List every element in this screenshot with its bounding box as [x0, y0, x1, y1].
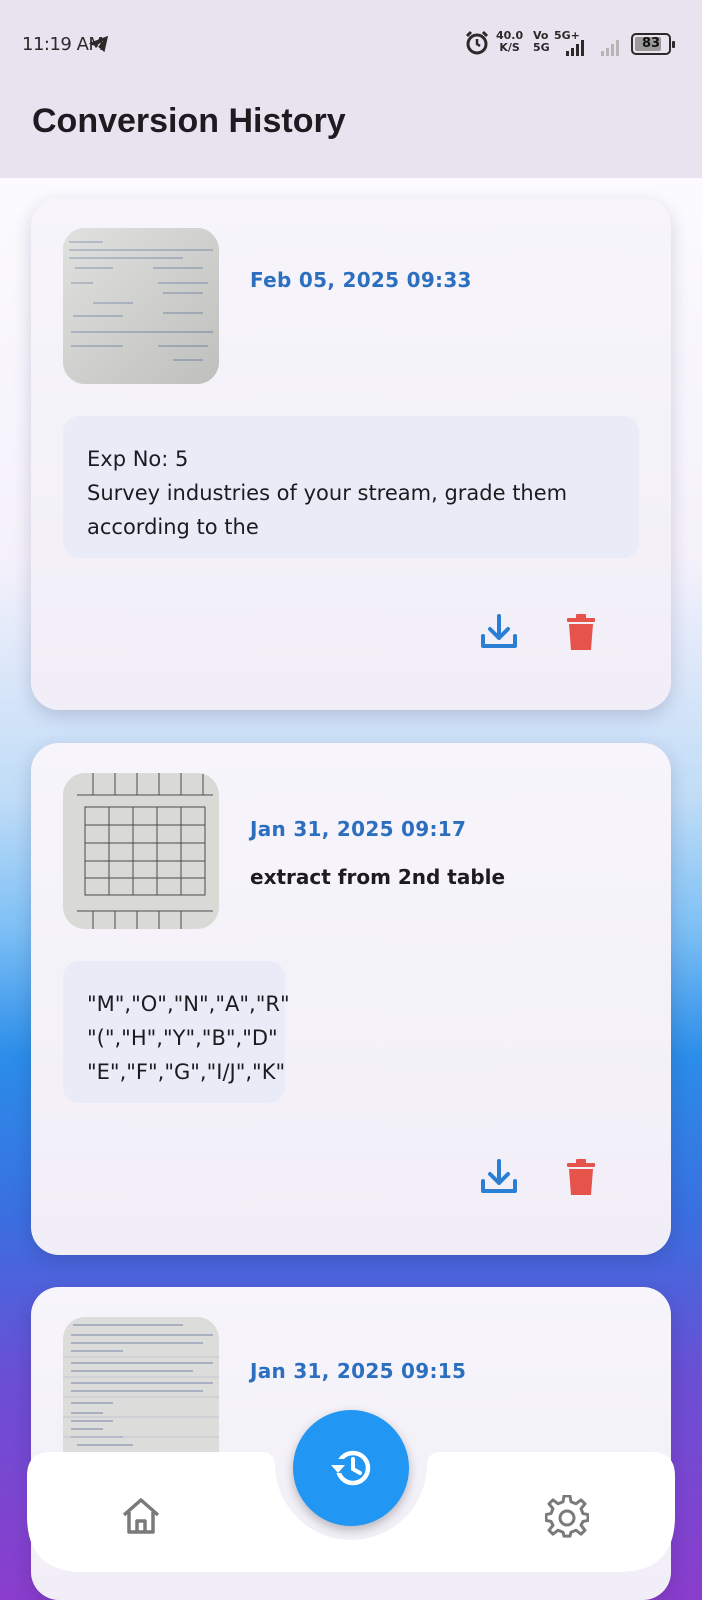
text-line: "M","O","N","A","R"	[87, 992, 290, 1016]
download-icon	[481, 614, 517, 648]
home-button[interactable]	[120, 1495, 162, 1537]
status-bar: 11:19 AM 40.0 K/S Vo 5G 5G+ 83	[0, 0, 702, 90]
signal-icon	[566, 40, 584, 56]
download-button[interactable]	[477, 610, 521, 654]
delete-button[interactable]	[559, 1155, 603, 1199]
trash-icon	[567, 1159, 595, 1195]
net-speed: 40.0 K/S	[496, 30, 523, 54]
battery-tip	[672, 41, 675, 48]
history-card[interactable]: Jan 31, 2025 09:17 extract from 2nd tabl…	[31, 743, 671, 1255]
vo-bottom: 5G	[533, 41, 550, 54]
home-icon	[122, 1498, 160, 1534]
text-line: Survey industries of your stream, grade …	[87, 481, 568, 505]
download-icon	[481, 1159, 517, 1193]
card-date: Jan 31, 2025 09:17	[250, 817, 467, 841]
history-card[interactable]: Feb 05, 2025 09:33 Exp No: 5 Survey indu…	[31, 198, 671, 710]
text-line: Exp No: 5	[87, 447, 189, 471]
thumbnail-image	[63, 773, 219, 929]
battery-icon: 83	[631, 33, 675, 55]
extracted-text-box: "M","O","N","A","R" "(","H","Y","B","D" …	[63, 961, 290, 1103]
delete-button[interactable]	[559, 610, 603, 654]
text-line: "(","H","Y","B","D"	[87, 1026, 278, 1050]
page-title: Conversion History	[32, 102, 346, 140]
telegram-icon	[89, 35, 109, 53]
battery-level: 83	[641, 36, 661, 51]
download-button[interactable]	[477, 1155, 521, 1199]
card-date: Feb 05, 2025 09:33	[250, 268, 472, 292]
history-icon	[331, 1450, 371, 1486]
card-date: Jan 31, 2025 09:15	[250, 1359, 467, 1383]
text-line: "E","F","G","I/J","K"	[87, 1060, 286, 1084]
card-prompt: extract from 2nd table	[250, 865, 506, 889]
net-speed-unit: K/S	[499, 41, 520, 54]
alarm-icon	[465, 30, 489, 55]
thumbnail-image	[63, 228, 219, 384]
signal-icon-2	[601, 40, 619, 56]
history-fab[interactable]	[293, 1410, 409, 1526]
gear-icon	[545, 1495, 589, 1538]
volte-indicator: Vo 5G	[533, 30, 550, 54]
text-line: according to the	[87, 515, 259, 539]
settings-button[interactable]	[545, 1495, 589, 1539]
extracted-text-box: Exp No: 5 Survey industries of your stre…	[63, 416, 639, 558]
trash-icon	[567, 614, 595, 650]
app-bar: Conversion History	[0, 90, 702, 178]
